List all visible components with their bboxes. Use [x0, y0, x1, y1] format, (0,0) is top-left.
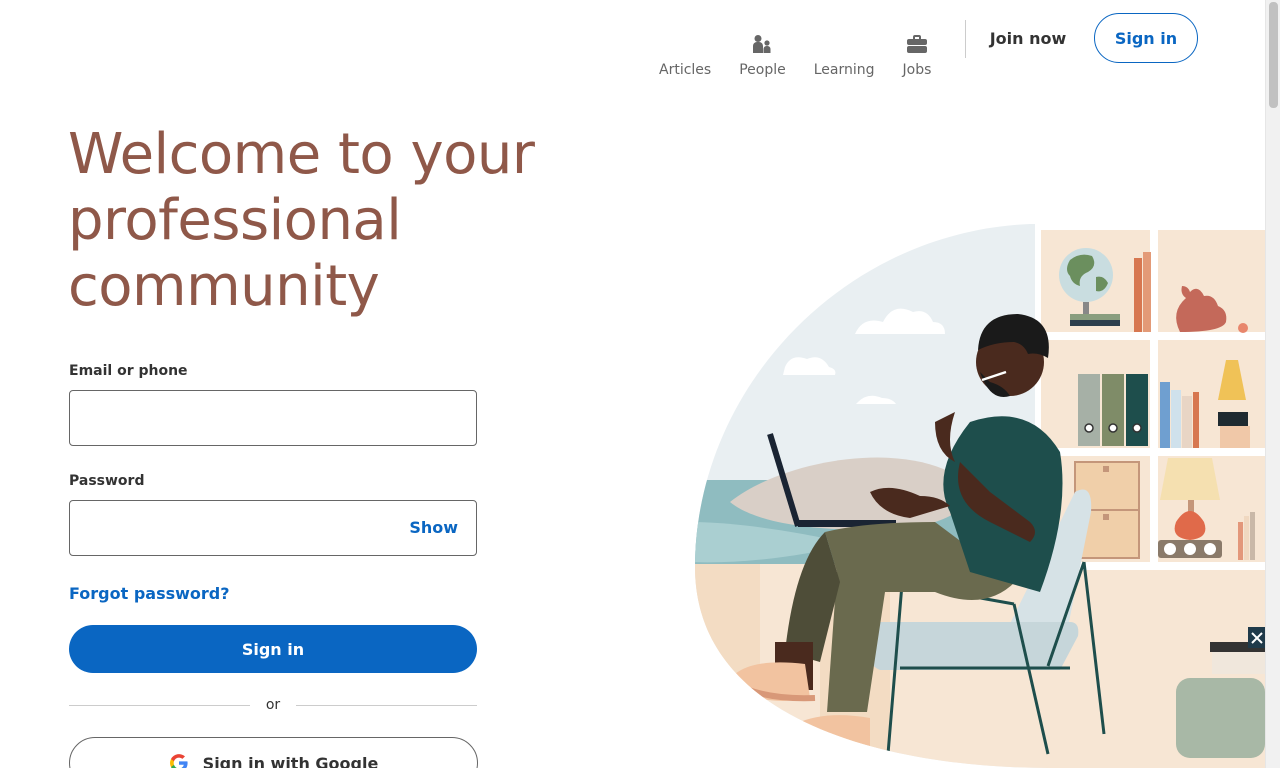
- password-label: Password: [69, 473, 145, 489]
- newspaper-icon: [673, 32, 697, 56]
- header-sign-in-button[interactable]: Sign in: [1094, 13, 1198, 63]
- email-label: Email or phone: [69, 363, 188, 379]
- google-sign-in-button[interactable]: Sign in with Google: [69, 737, 478, 768]
- nav-item-articles[interactable]: Articles: [645, 18, 725, 80]
- nav-item-learning[interactable]: Learning: [800, 18, 889, 80]
- main-nav: Articles People Learning Jobs: [645, 0, 945, 80]
- or-text: or: [265, 697, 281, 713]
- divider-line: [69, 704, 250, 706]
- sign-in-form: Email or phone Password Show Forgot pass…: [69, 360, 478, 768]
- page-title: Welcome to your professional community: [68, 122, 535, 319]
- divider-line: [296, 704, 478, 706]
- briefcase-icon: [905, 32, 929, 56]
- scrollbar-thumb[interactable]: [1269, 2, 1278, 108]
- sign-in-button[interactable]: Sign in: [69, 625, 477, 673]
- close-icon[interactable]: [1248, 627, 1265, 648]
- nav-item-label: Articles: [659, 62, 712, 78]
- show-password-button[interactable]: Show: [409, 518, 458, 537]
- email-field-box: [69, 390, 477, 446]
- nav-item-label: Jobs: [902, 62, 932, 78]
- forgot-password-link[interactable]: Forgot password?: [69, 584, 230, 603]
- top-header: Articles People Learning Jobs Join now S…: [0, 0, 1265, 80]
- nav-item-label: Learning: [813, 62, 875, 78]
- nav-item-jobs[interactable]: Jobs: [889, 18, 946, 80]
- nav-item-label: People: [739, 62, 786, 78]
- join-now-button[interactable]: Join now: [978, 14, 1078, 62]
- learning-icon: [832, 32, 856, 56]
- page-scrollbar[interactable]: [1265, 0, 1280, 768]
- google-logo-icon: [169, 753, 189, 768]
- password-field-box: Show: [69, 500, 477, 556]
- email-field[interactable]: [70, 391, 476, 445]
- nav-item-people[interactable]: People: [725, 18, 800, 80]
- hero-illustration: [690, 222, 1265, 768]
- nav-divider: [965, 20, 966, 58]
- google-sign-in-label: Sign in with Google: [202, 753, 379, 768]
- or-divider: or: [69, 697, 478, 713]
- people-icon: [750, 32, 774, 56]
